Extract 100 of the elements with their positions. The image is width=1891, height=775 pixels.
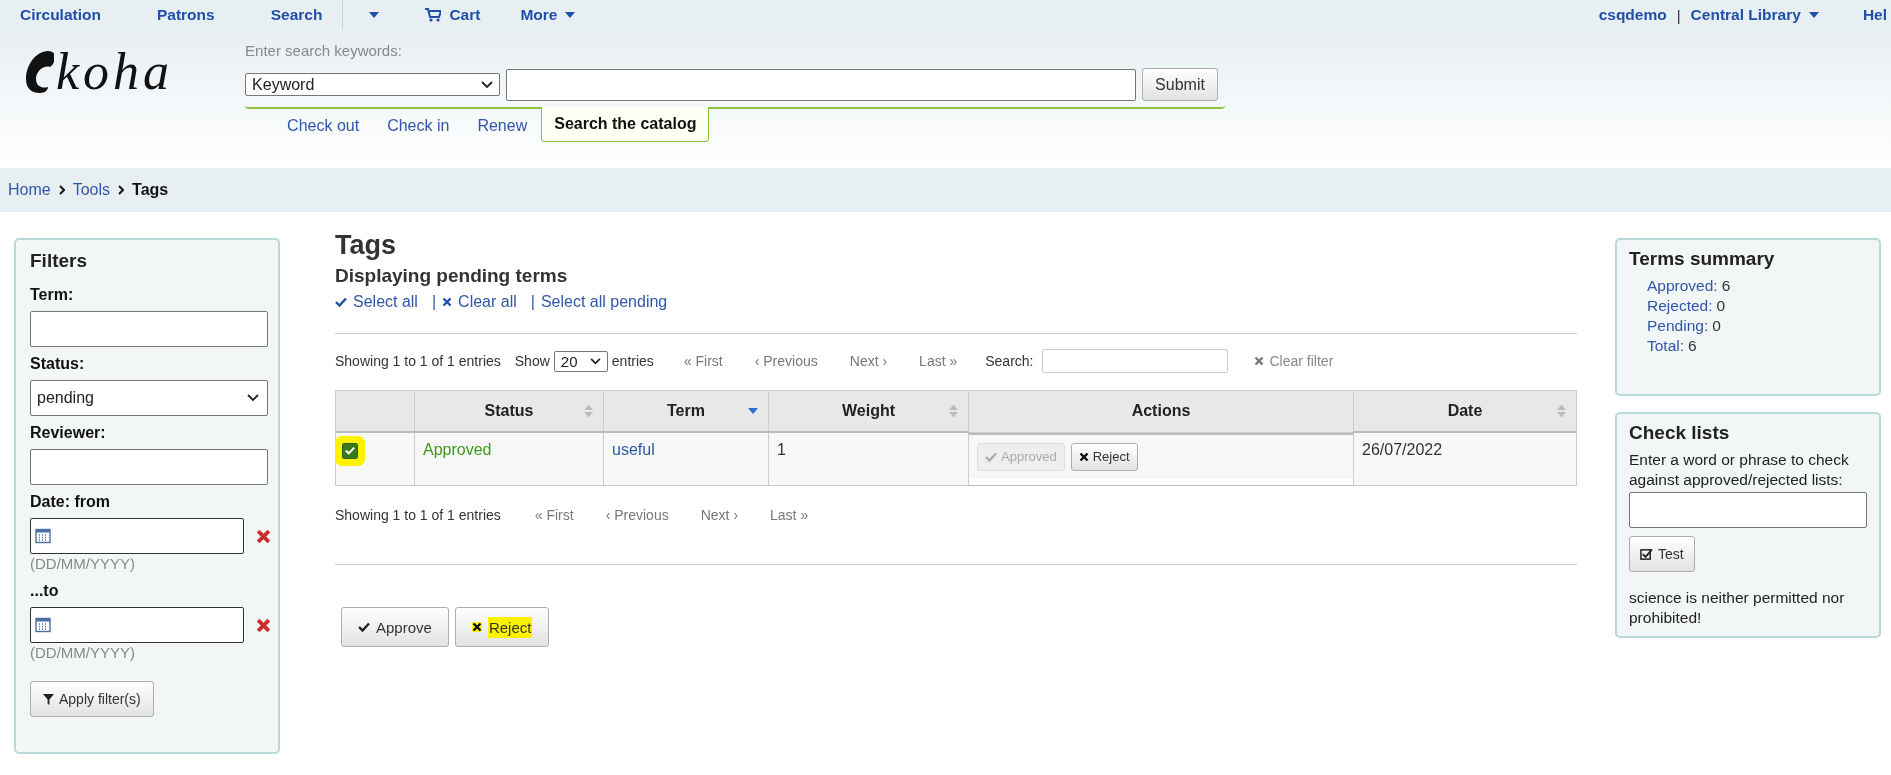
summary-link[interactable]: Pending: (1647, 316, 1709, 336)
caret-icon (369, 12, 380, 18)
date-format-hint: (DD/MM/YYYY) (30, 555, 135, 572)
clear-icon (256, 617, 271, 633)
search-field[interactable] (506, 68, 1137, 101)
check-result: science is neither permitted nor prohibited! (1629, 588, 1846, 628)
panel-title: Terms summary (1629, 248, 1776, 270)
page-title: Tags (335, 230, 397, 261)
caret-icon (565, 12, 576, 18)
column-header[interactable]: Weight (768, 390, 969, 432)
select-link[interactable]: Select all (335, 293, 418, 311)
logo-text: koha (56, 46, 174, 98)
cross-icon (442, 297, 453, 307)
search-label: Search: (985, 353, 1034, 369)
search-tab[interactable]: Check in (373, 107, 464, 145)
search-type-select[interactable]: Keyword (245, 73, 501, 96)
help-link[interactable]: Hel (1862, 6, 1887, 24)
nav-link[interactable]: Circulation (0, 0, 137, 30)
summary-link[interactable]: Approved: (1647, 276, 1718, 296)
approve-button[interactable]: Approve (341, 607, 449, 647)
column-header[interactable]: Term (603, 390, 769, 432)
check-icon (345, 446, 355, 455)
separator: | (530, 293, 535, 311)
page-size-select[interactable]: 20 (553, 350, 608, 372)
library-menu[interactable]: Central Library (1690, 6, 1819, 24)
entries-info: Showing 1 to 1 of 1 entries (335, 507, 501, 523)
search-tab[interactable]: Search the catalog (541, 107, 710, 142)
calendar-icon (35, 617, 51, 633)
breadcrumb-current: Tags (132, 181, 169, 199)
field-label: Date: from (30, 493, 110, 511)
user-link[interactable]: csqdemo (1598, 6, 1667, 24)
more-menu[interactable]: More (500, 0, 596, 30)
text-field[interactable] (30, 311, 268, 347)
reject-button[interactable]: Reject (454, 607, 550, 647)
cross-icon (471, 622, 482, 632)
check-icon (985, 451, 997, 462)
check-term-field[interactable] (1629, 492, 1867, 528)
chevron-icon (58, 185, 65, 195)
check-prompt: Enter a word or phrase to check against approved/rejected lists: (1629, 450, 1850, 490)
checked-box-icon (1640, 547, 1653, 561)
clear-filter-link[interactable]: Clear filter (1253, 353, 1334, 369)
separator: | (431, 293, 437, 311)
column-header[interactable]: Status (414, 390, 604, 432)
show-label: Show (514, 353, 550, 369)
breadcrumb-link[interactable]: Tools (72, 181, 111, 199)
check-icon (335, 297, 347, 307)
summary-count: 0 (1712, 316, 1721, 336)
field-label: Reviewer: (30, 424, 106, 442)
text-field[interactable] (30, 449, 268, 485)
separator: | (1676, 6, 1681, 24)
table-cell: 1 (768, 432, 969, 486)
chevron-icon (118, 185, 125, 195)
date-field[interactable] (30, 518, 244, 554)
chevron-icon (589, 357, 601, 365)
search-tab[interactable]: Check out (273, 107, 374, 145)
filter-icon (43, 693, 54, 705)
date-format-hint: (DD/MM/YYYY) (30, 644, 135, 661)
cart-icon (425, 8, 442, 22)
field-label: ...to (30, 582, 59, 600)
calendar-icon (35, 528, 51, 544)
select-link[interactable]: Clear all (442, 293, 517, 311)
caret-icon (1808, 12, 1819, 18)
clear-date-button[interactable] (256, 617, 271, 633)
column-header: Actions (968, 390, 1354, 432)
cross-icon (1253, 356, 1264, 366)
reject-button[interactable]: Reject (1070, 442, 1138, 471)
term-link[interactable]: useful (612, 441, 655, 458)
panel-title: Filters (30, 250, 88, 272)
search-label: Enter search keywords: (245, 42, 403, 59)
select-link[interactable]: Select all pending (540, 293, 668, 311)
column-header[interactable]: Date (1353, 390, 1577, 432)
field-label: Status: (30, 355, 85, 373)
entries-info: Showing 1 to 1 of 1 entries (335, 353, 501, 369)
nav-link[interactable]: Patrons (136, 0, 251, 30)
nav-link[interactable]: Search (250, 0, 343, 30)
chevron-icon (247, 394, 259, 402)
clear-date-button[interactable] (256, 528, 271, 544)
status-select[interactable]: pending (30, 380, 268, 416)
page-subtitle: Displaying pending terms (335, 265, 569, 287)
check-icon (358, 622, 370, 632)
submit-button[interactable]: Submit (1142, 68, 1218, 101)
summary-count: 6 (1688, 336, 1697, 356)
summary-count: 6 (1721, 276, 1731, 296)
cart-link[interactable]: Cart (405, 0, 501, 30)
summary-count: 0 (1716, 296, 1726, 316)
search-tab[interactable]: Renew (463, 107, 542, 145)
logo-mark-icon (24, 49, 54, 95)
panel-title: Check lists (1629, 422, 1731, 444)
summary-link[interactable]: Total: (1647, 336, 1685, 356)
apply-filters-button[interactable]: Apply filter(s) (30, 681, 154, 717)
table-cell: 26/07/2022 (1353, 432, 1577, 486)
breadcrumb-link[interactable]: Home (8, 181, 51, 199)
summary-link[interactable]: Rejected: (1647, 296, 1713, 316)
chevron-icon (481, 80, 494, 89)
clear-icon (256, 528, 271, 544)
entries-label: entries (611, 353, 654, 369)
table-search-field[interactable] (1041, 349, 1228, 373)
date-field[interactable] (30, 607, 244, 643)
test-button[interactable]: Test (1629, 536, 1695, 572)
table-cell: Approved (414, 432, 604, 486)
